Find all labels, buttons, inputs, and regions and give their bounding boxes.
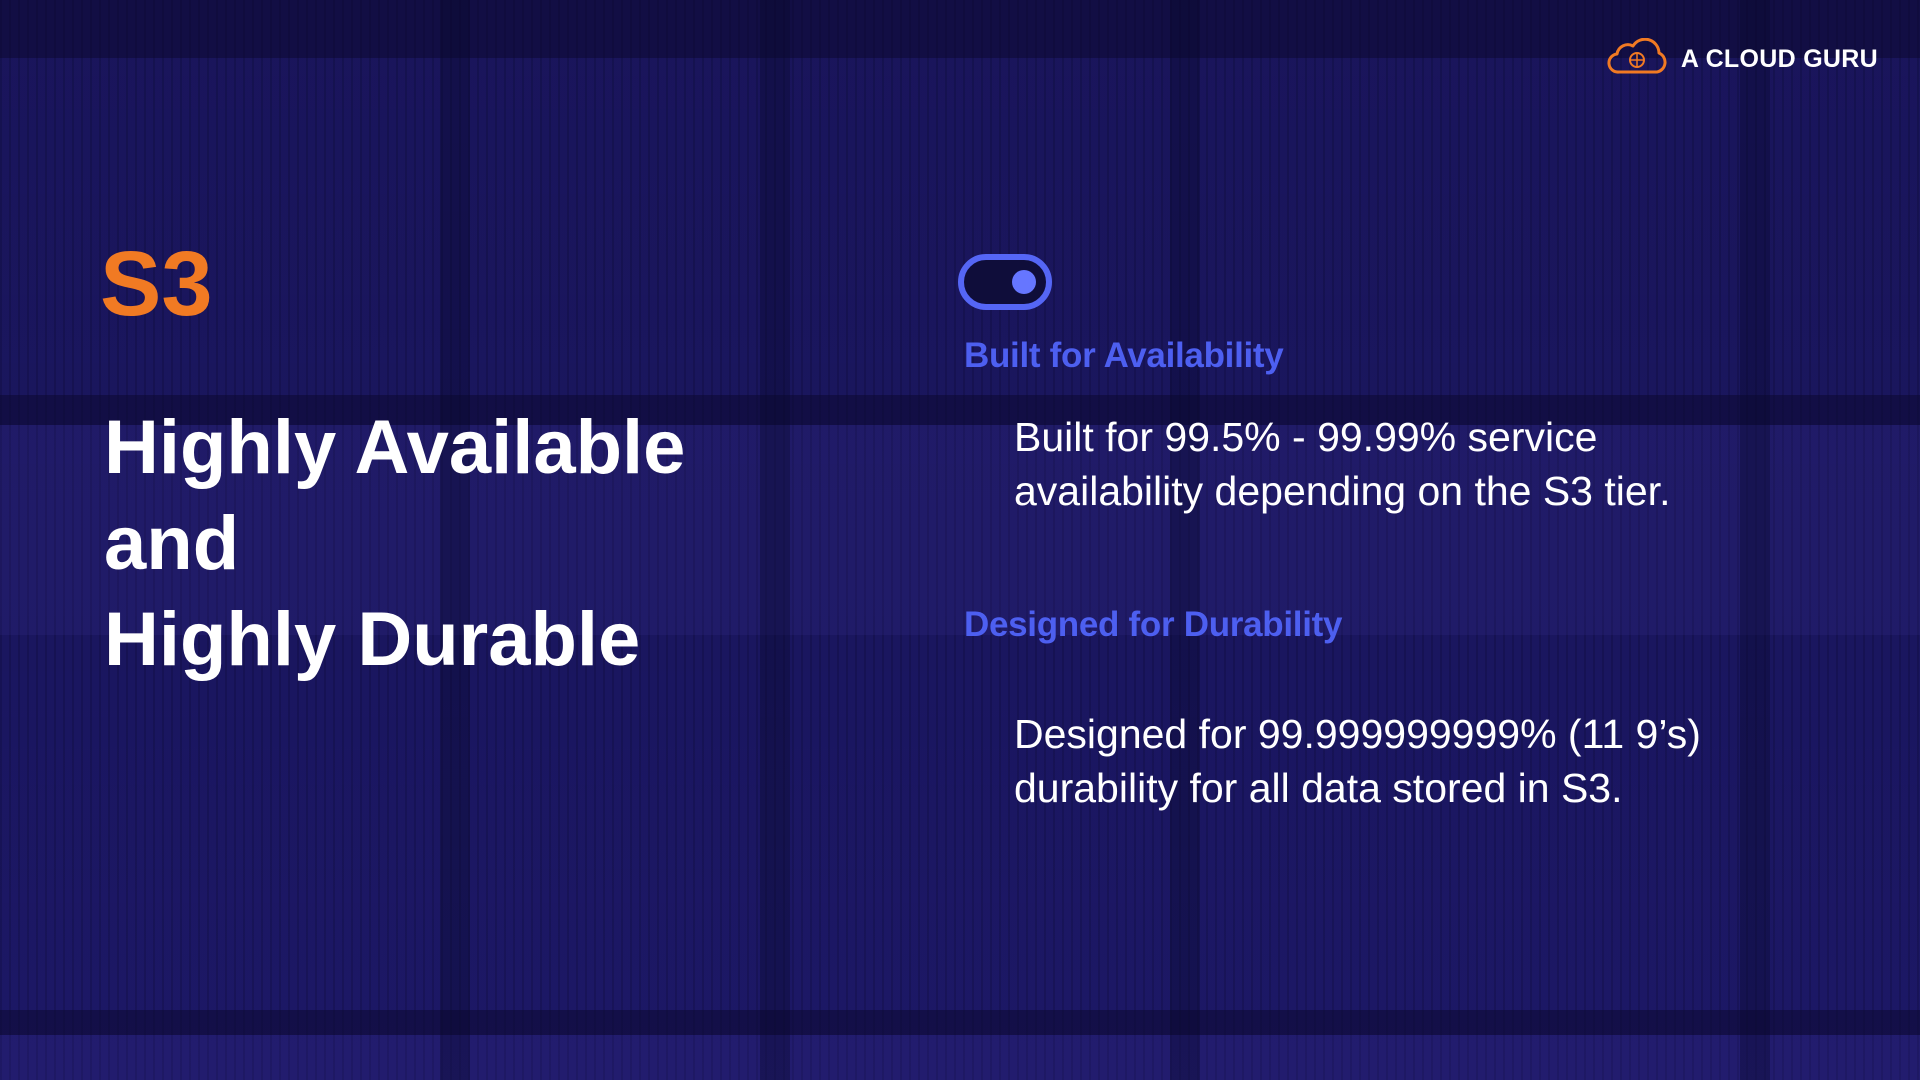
background-panel <box>0 1035 1920 1080</box>
headline-line: and <box>104 501 240 586</box>
background-divider <box>760 0 790 1080</box>
availability-heading: Built for Availability <box>964 336 1284 375</box>
availability-body-line: Built for 99.5% - 99.99% service <box>1014 414 1598 460</box>
headline-line: Highly Available <box>104 405 686 490</box>
durability-body-line: Designed for 99.999999999% (11 9’s) <box>1014 711 1701 757</box>
durability-heading: Designed for Durability <box>964 605 1343 644</box>
durability-body-line: durability for all data stored in S3. <box>1014 765 1623 811</box>
background-divider <box>1170 0 1200 1080</box>
availability-body-line: availability depending on the S3 tier. <box>1014 468 1671 514</box>
topic-title: S3 <box>100 233 213 335</box>
toggle-knob <box>1012 270 1036 294</box>
background-divider <box>1740 0 1770 1080</box>
slide: A CLOUD GURU S3 Highly Available and Hig… <box>0 0 1920 1080</box>
durability-body: Designed for 99.999999999% (11 9’s) dura… <box>1014 707 1834 815</box>
background-shelf <box>0 1010 1920 1035</box>
brand-name: A CLOUD GURU <box>1680 45 1878 73</box>
toggle-switch-icon <box>958 254 1052 310</box>
brand-logo: A CLOUD GURU <box>1607 37 1878 81</box>
headline: Highly Available and Highly Durable <box>104 400 685 688</box>
headline-line: Highly Durable <box>104 597 641 682</box>
cloud-icon <box>1607 37 1669 81</box>
availability-body: Built for 99.5% - 99.99% service availab… <box>1014 410 1834 518</box>
